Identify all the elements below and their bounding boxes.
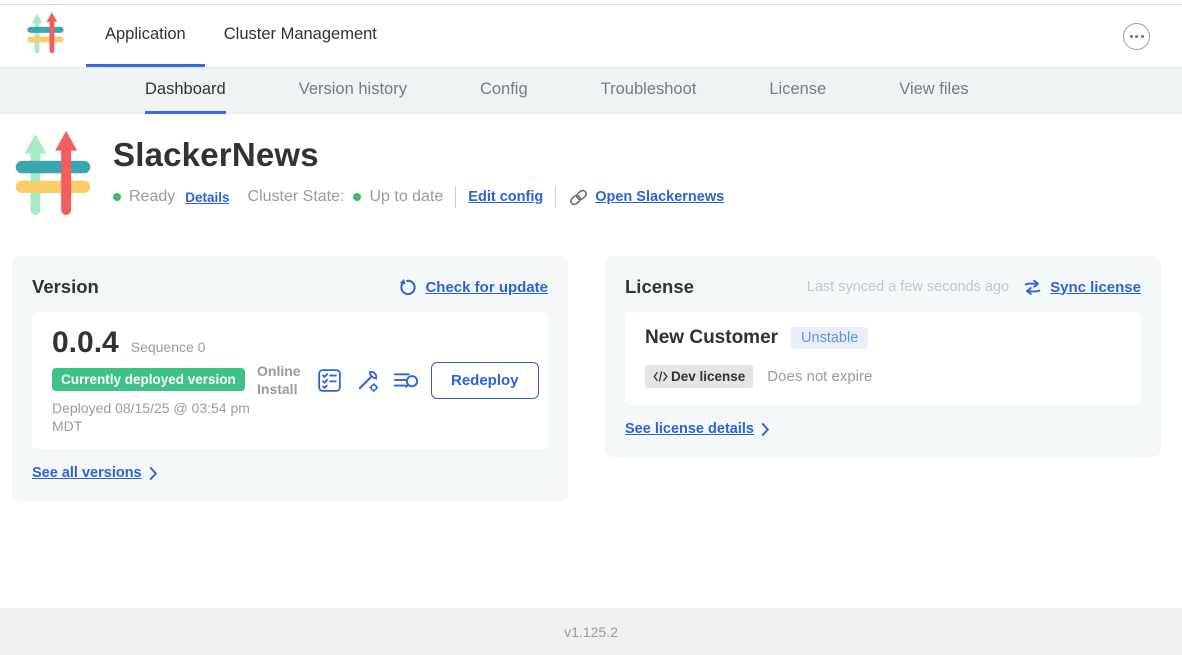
- sync-arrows-icon: [1023, 279, 1042, 296]
- chain-link-icon: [568, 187, 589, 208]
- check-for-update-link[interactable]: Check for update: [425, 279, 548, 296]
- customer-name: New Customer: [645, 327, 778, 349]
- tab-dashboard-label: Dashboard: [145, 80, 226, 99]
- tab-troubleshoot[interactable]: Troubleshoot: [601, 68, 697, 114]
- redeploy-button[interactable]: Redeploy: [431, 362, 539, 399]
- license-expiry: Does not expire: [767, 368, 872, 385]
- edit-config-link[interactable]: Edit config: [468, 189, 543, 205]
- app-header-text: SlackerNews Ready Details Cluster State:…: [113, 130, 724, 226]
- see-license-details-row: See license details: [625, 421, 1141, 437]
- top-nav-tabs: Application Cluster Management: [86, 5, 396, 67]
- divider: [455, 186, 456, 208]
- version-number: 0.0.4: [52, 326, 119, 360]
- top-navbar: Application Cluster Management: [0, 5, 1182, 67]
- license-card-actions: Last synced a few seconds ago Sync licen…: [807, 279, 1141, 296]
- navbar-right: [1123, 5, 1150, 67]
- license-info-panel: New Customer Unstable Dev license Does n…: [625, 312, 1141, 405]
- cluster-state-label: Cluster State:: [248, 188, 345, 206]
- sync-license-link[interactable]: Sync license: [1050, 279, 1141, 296]
- cluster-state-value: Up to date: [369, 188, 443, 206]
- tab-cluster-management-label: Cluster Management: [224, 25, 377, 44]
- page-title: SlackerNews: [113, 136, 724, 174]
- license-type-badge: Dev license: [645, 365, 753, 388]
- mint-arrow: [32, 13, 43, 52]
- tab-application[interactable]: Application: [86, 5, 205, 67]
- app-status-text: Ready: [129, 188, 175, 206]
- version-info: 0.0.4 Sequence 0 Currently deployed vers…: [52, 326, 257, 435]
- preflight-checklist-icon[interactable]: [316, 367, 343, 394]
- console-version: v1.125.2: [564, 624, 618, 640]
- tab-view-files[interactable]: View files: [899, 68, 968, 114]
- deployed-timestamp: Deployed 08/15/25 @ 03:54 pm MDT: [52, 399, 260, 435]
- chevron-right-icon: [149, 467, 158, 480]
- console-footer: v1.125.2: [0, 608, 1182, 655]
- last-synced-text: Last synced a few seconds ago: [807, 279, 1009, 295]
- version-card-actions: Check for update: [398, 278, 548, 297]
- version-card-header: Version Check for update: [32, 276, 548, 298]
- tab-dashboard[interactable]: Dashboard: [145, 68, 226, 114]
- tab-view-files-label: View files: [899, 80, 968, 99]
- license-type-label: Dev license: [671, 369, 745, 384]
- yellow-bar: [27, 36, 63, 42]
- version-sequence: Sequence 0: [131, 339, 206, 355]
- tab-config-label: Config: [480, 80, 528, 99]
- channel-badge: Unstable: [791, 327, 868, 349]
- version-card-title: Version: [32, 276, 99, 298]
- refresh-icon: [398, 278, 417, 297]
- tab-troubleshoot-label: Troubleshoot: [601, 80, 697, 99]
- deployed-status-badge: Currently deployed version: [52, 368, 245, 391]
- app-logo-icon: [15, 130, 91, 226]
- see-all-versions-row: See all versions: [32, 465, 548, 481]
- app-status-dot: [113, 193, 121, 201]
- code-brackets-icon: [653, 371, 668, 382]
- install-type-label: Online Install: [257, 363, 305, 398]
- version-actions: Online Install: [257, 362, 539, 399]
- teal-bar: [27, 26, 63, 32]
- license-card-header: License Last synced a few seconds ago Sy…: [625, 276, 1141, 298]
- tab-version-history-label: Version history: [299, 80, 407, 99]
- divider: [555, 186, 556, 208]
- customer-row: New Customer Unstable: [645, 327, 1121, 349]
- version-card: Version Check for update 0.0.4 Sequence …: [12, 256, 568, 501]
- tab-license-label: License: [769, 80, 826, 99]
- chevron-right-icon: [761, 423, 770, 436]
- tab-license[interactable]: License: [769, 68, 826, 114]
- tab-version-history[interactable]: Version history: [299, 68, 407, 114]
- app-status-row: Ready Details Cluster State: Up to date …: [113, 186, 724, 208]
- status-details-link[interactable]: Details: [185, 190, 229, 205]
- license-meta-row: Dev license Does not expire: [645, 365, 1121, 388]
- app-subnav: Dashboard Version history Config Trouble…: [0, 67, 1182, 114]
- dashboard-cards: Version Check for update 0.0.4 Sequence …: [12, 256, 1170, 501]
- current-version-panel: 0.0.4 Sequence 0 Currently deployed vers…: [32, 312, 548, 449]
- ellipsis-menu-icon[interactable]: [1123, 23, 1150, 50]
- see-all-versions-link[interactable]: See all versions: [32, 465, 142, 481]
- wrench-gear-icon[interactable]: [354, 367, 381, 394]
- brand-logo[interactable]: [27, 5, 64, 67]
- license-card-title: License: [625, 276, 694, 298]
- app-header: SlackerNews Ready Details Cluster State:…: [0, 114, 1182, 226]
- tab-cluster-management[interactable]: Cluster Management: [205, 5, 396, 67]
- tab-application-label: Application: [105, 25, 186, 44]
- tab-config[interactable]: Config: [480, 68, 528, 114]
- see-license-details-link[interactable]: See license details: [625, 421, 754, 437]
- cluster-state-dot: [353, 193, 361, 201]
- slackernews-arrows-logo-icon: [27, 12, 64, 61]
- open-app-link[interactable]: Open Slackernews: [595, 189, 724, 205]
- logs-magnifier-icon[interactable]: [392, 367, 420, 394]
- license-card: License Last synced a few seconds ago Sy…: [605, 256, 1161, 457]
